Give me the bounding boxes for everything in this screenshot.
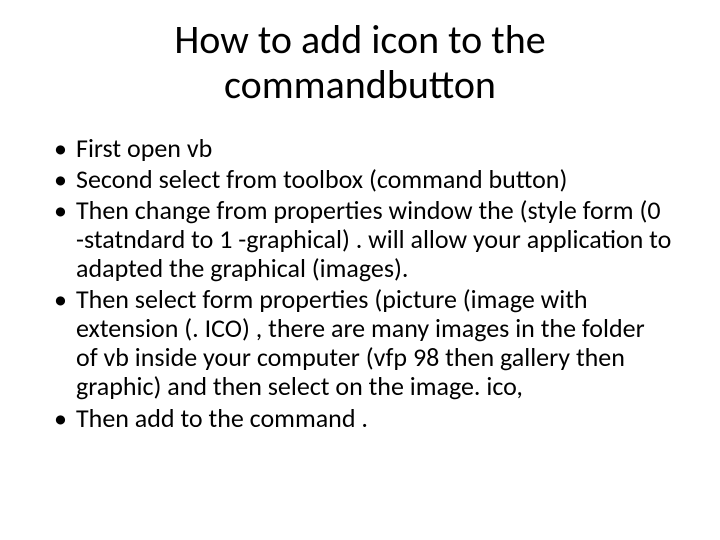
list-item: Then select form properties (picture (im…	[76, 285, 672, 401]
list-item: Then add to the command .	[76, 404, 672, 433]
bullet-list: First open vb Second select from toolbox…	[48, 134, 672, 433]
slide-title: How to add icon to the commandbutton	[48, 18, 672, 108]
list-item: Then change from properties window the (…	[76, 196, 672, 283]
list-item: Second select from toolbox (command butt…	[76, 165, 672, 194]
slide: How to add icon to the commandbutton Fir…	[0, 0, 720, 540]
list-item: First open vb	[76, 134, 672, 163]
